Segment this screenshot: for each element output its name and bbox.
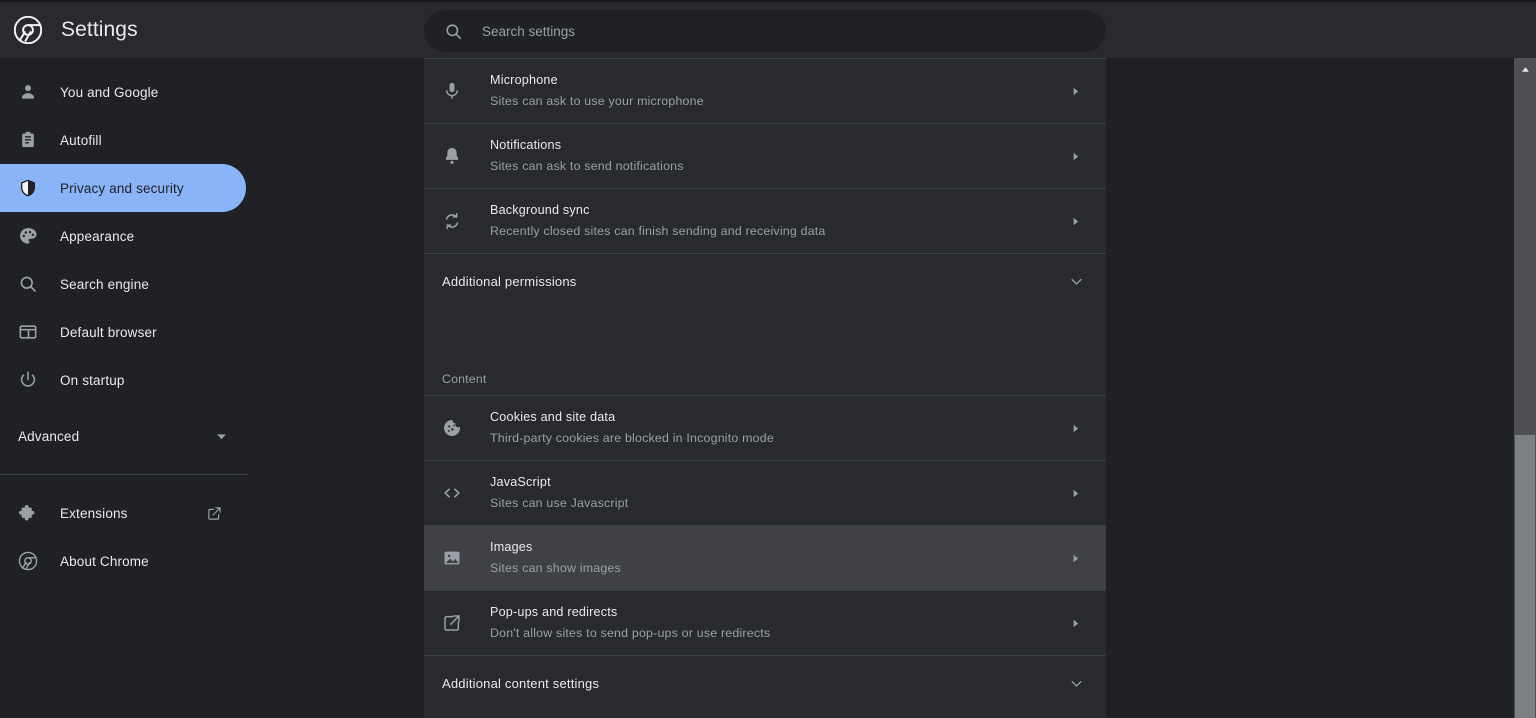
- settings-row-popups-and-redirects[interactable]: Pop-ups and redirects Don't allow sites …: [424, 590, 1106, 655]
- app-header: Settings: [0, 0, 1536, 58]
- sidebar-item-label: Default browser: [60, 324, 157, 340]
- sidebar-item-autofill[interactable]: Autofill: [0, 116, 246, 164]
- sidebar-item-default-browser[interactable]: Default browser: [0, 308, 246, 356]
- external-link-icon: [444, 615, 460, 631]
- external-link-icon: [208, 506, 221, 520]
- clipboard-icon: [22, 131, 34, 148]
- sidebar-item-label: Privacy and security: [60, 180, 184, 196]
- chevron-right-icon: [1073, 152, 1079, 160]
- sidebar-advanced-toggle[interactable]: Advanced: [0, 412, 248, 460]
- settings-row-text: Cookies and site data Third-party cookie…: [490, 397, 1071, 459]
- triangle-up-icon: [1521, 66, 1529, 72]
- sidebar-item-label: Search engine: [60, 276, 150, 292]
- sync-icon: [445, 212, 459, 230]
- chevron-right-icon: [1073, 619, 1079, 627]
- image-icon: [444, 551, 460, 565]
- bell-icon: [445, 147, 459, 164]
- settings-row-text: JavaScript Sites can use Javascript: [490, 462, 1071, 524]
- browser-window-icon: [19, 325, 37, 339]
- sidebar-item-label: Appearance: [60, 228, 135, 244]
- settings-sidebar: You and Google Autofill Privacy and secu…: [0, 58, 424, 718]
- settings-row-title: Pop-ups and redirects: [490, 605, 618, 619]
- chrome-logo-icon: [18, 551, 38, 571]
- sidebar-item-label: Extensions: [60, 505, 128, 521]
- settings-row-images[interactable]: Images Sites can show images: [424, 525, 1106, 590]
- additional-content-settings-label: Additional content settings: [442, 676, 600, 691]
- chevron-down-icon: [217, 433, 226, 439]
- settings-card: Microphone Sites can ask to use your mic…: [424, 58, 1106, 718]
- chevron-down-icon: [1071, 681, 1082, 687]
- sidebar-advanced-label: Advanced: [18, 428, 80, 444]
- settings-row-title: JavaScript: [490, 475, 551, 489]
- shield-icon: [21, 179, 35, 197]
- settings-row-microphone[interactable]: Microphone Sites can ask to use your mic…: [424, 58, 1106, 123]
- settings-row-text: Background sync Recently closed sites ca…: [490, 190, 1071, 252]
- page-title: Settings: [61, 18, 138, 41]
- settings-row-subtitle: Don't allow sites to send pop-ups or use…: [490, 626, 771, 640]
- settings-row-background-sync[interactable]: Background sync Recently closed sites ca…: [424, 188, 1106, 253]
- chevron-right-icon: [1073, 217, 1079, 225]
- brand-area: Settings: [0, 1, 424, 59]
- sidebar-item-label: About Chrome: [60, 553, 149, 569]
- microphone-icon: [445, 82, 459, 99]
- scrollbar-up-button[interactable]: [1514, 58, 1536, 80]
- search-input[interactable]: [482, 23, 1106, 39]
- power-icon: [20, 371, 36, 387]
- settings-row-text: Microphone Sites can ask to use your mic…: [490, 60, 1071, 122]
- settings-row-subtitle: Recently closed sites can finish sending…: [490, 224, 826, 238]
- person-icon: [21, 85, 35, 99]
- content-section-label: Content: [442, 372, 487, 386]
- settings-row-javascript[interactable]: JavaScript Sites can use Javascript: [424, 460, 1106, 525]
- vertical-scrollbar[interactable]: [1514, 58, 1536, 718]
- settings-row-subtitle: Sites can ask to send notifications: [490, 159, 684, 173]
- settings-row-title: Background sync: [490, 203, 590, 217]
- sidebar-item-you-and-google[interactable]: You and Google: [0, 68, 246, 116]
- card-bottom-spacer: [424, 711, 1106, 718]
- sidebar-item-appearance[interactable]: Appearance: [0, 212, 246, 260]
- additional-content-settings-toggle[interactable]: Additional content settings: [424, 655, 1106, 711]
- settings-row-title: Notifications: [490, 138, 562, 152]
- settings-row-subtitle: Sites can use Javascript: [490, 496, 629, 510]
- sidebar-item-extensions[interactable]: Extensions: [0, 489, 246, 537]
- additional-permissions-toggle[interactable]: Additional permissions: [424, 253, 1106, 309]
- settings-row-text: Pop-ups and redirects Don't allow sites …: [490, 592, 1071, 654]
- chevron-right-icon: [1073, 554, 1079, 562]
- palette-icon: [20, 228, 37, 244]
- settings-row-subtitle: Sites can show images: [490, 561, 621, 575]
- search-bar[interactable]: [424, 10, 1106, 52]
- chrome-logo-icon: [14, 16, 42, 44]
- sidebar-item-search-engine[interactable]: Search engine: [0, 260, 246, 308]
- cookie-icon: [444, 420, 460, 436]
- chevron-right-icon: [1073, 489, 1079, 497]
- sidebar-item-label: On startup: [60, 372, 125, 388]
- settings-row-title: Images: [490, 540, 533, 554]
- sidebar-item-about-chrome[interactable]: About Chrome: [0, 537, 246, 585]
- settings-row-cookies-and-site-data[interactable]: Cookies and site data Third-party cookie…: [424, 395, 1106, 460]
- settings-row-text: Notifications Sites can ask to send noti…: [490, 125, 1071, 187]
- sidebar-item-on-startup[interactable]: On startup: [0, 356, 246, 404]
- chevron-right-icon: [1073, 87, 1079, 95]
- sidebar-item-label: You and Google: [60, 84, 159, 100]
- settings-row-text: Images Sites can show images: [490, 527, 1071, 589]
- settings-row-notifications[interactable]: Notifications Sites can ask to send noti…: [424, 123, 1106, 188]
- settings-row-subtitle: Sites can ask to use your microphone: [490, 94, 704, 108]
- settings-row-title: Cookies and site data: [490, 410, 616, 424]
- sidebar-item-privacy-and-security[interactable]: Privacy and security: [0, 164, 246, 212]
- chevron-right-icon: [1073, 424, 1079, 432]
- additional-permissions-label: Additional permissions: [442, 274, 577, 289]
- chevron-down-icon: [1071, 279, 1082, 285]
- sidebar-divider: [0, 474, 248, 475]
- search-icon: [20, 276, 36, 292]
- scrollbar-thumb[interactable]: [1515, 435, 1535, 718]
- puzzle-icon: [18, 505, 35, 521]
- settings-row-subtitle: Third-party cookies are blocked in Incog…: [490, 431, 774, 445]
- search-icon: [446, 23, 462, 39]
- settings-content-area: Microphone Sites can ask to use your mic…: [424, 58, 1514, 718]
- settings-row-title: Microphone: [490, 73, 558, 87]
- sidebar-item-label: Autofill: [60, 132, 102, 148]
- code-brackets-icon: [444, 488, 460, 498]
